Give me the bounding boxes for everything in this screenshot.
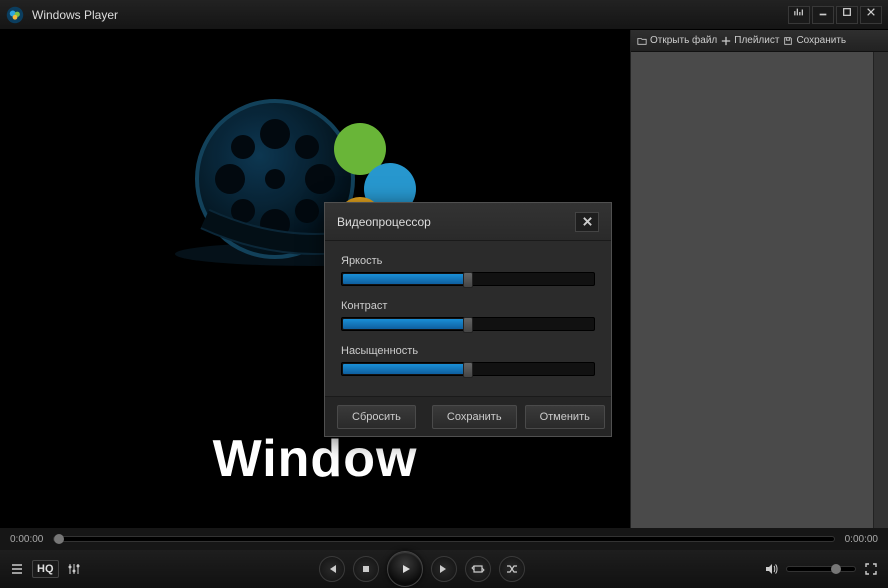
folder-open-icon (637, 36, 647, 46)
cancel-button[interactable]: Отменить (525, 405, 605, 429)
playlist-add-label: Плейлист (734, 35, 779, 46)
fullscreen-button[interactable] (864, 562, 878, 576)
playlist-add-button[interactable]: Плейлист (721, 35, 779, 46)
seek-track[interactable] (53, 536, 834, 542)
saturation-fill (343, 364, 469, 374)
shuffle-icon (505, 562, 519, 576)
saturation-label: Насыщенность (341, 345, 595, 357)
reset-button[interactable]: Сбросить (337, 405, 416, 429)
seek-bar: 0:00:00 0:00:00 (0, 528, 888, 550)
time-total: 0:00:00 (845, 534, 878, 545)
shuffle-button[interactable] (499, 556, 525, 582)
playlist-save-button[interactable]: Сохранить (783, 35, 846, 46)
time-current: 0:00:00 (10, 534, 43, 545)
brightness-handle[interactable] (463, 272, 473, 288)
app-title: Windows Player (32, 8, 786, 22)
app-icon (6, 6, 24, 24)
close-button[interactable] (860, 6, 882, 24)
skip-forward-icon (437, 562, 451, 576)
prev-button[interactable] (319, 556, 345, 582)
play-icon (398, 562, 412, 576)
playlist-toggle-button[interactable] (10, 562, 24, 576)
video-area[interactable]: Window Видеопроцессор Яркость К (0, 30, 630, 528)
mute-button[interactable] (764, 562, 778, 576)
contrast-fill (343, 319, 469, 329)
dialog-title: Видеопроцессор (337, 215, 431, 229)
repeat-icon (471, 562, 485, 576)
saturation-slider[interactable] (341, 362, 595, 376)
settings-button[interactable] (67, 562, 81, 576)
next-button[interactable] (431, 556, 457, 582)
save-icon (783, 36, 793, 46)
play-button[interactable] (387, 551, 423, 587)
control-bar: HQ (0, 550, 888, 588)
playlist-body[interactable] (631, 52, 888, 528)
skip-back-icon (325, 562, 339, 576)
seek-knob[interactable] (54, 534, 64, 544)
brightness-label: Яркость (341, 255, 595, 267)
stop-button[interactable] (353, 556, 379, 582)
minimize-button[interactable] (812, 6, 834, 24)
title-bar: Windows Player (0, 0, 888, 30)
repeat-button[interactable] (465, 556, 491, 582)
plus-icon (721, 36, 731, 46)
equalizer-button[interactable] (788, 6, 810, 24)
contrast-label: Контраст (341, 300, 595, 312)
list-icon (10, 562, 24, 576)
maximize-button[interactable] (836, 6, 858, 24)
contrast-handle[interactable] (463, 317, 473, 333)
fullscreen-icon (864, 562, 878, 576)
video-processor-dialog: Видеопроцессор Яркость Контраст (324, 202, 612, 437)
dialog-close-button[interactable] (575, 212, 599, 232)
volume-icon (764, 562, 778, 576)
volume-track[interactable] (786, 566, 856, 572)
watermark-text: Window (213, 429, 418, 489)
hq-badge[interactable]: HQ (32, 560, 59, 578)
brightness-slider[interactable] (341, 272, 595, 286)
sliders-icon (67, 562, 81, 576)
playlist-save-label: Сохранить (796, 35, 846, 46)
open-file-label: Открыть файл (650, 35, 717, 46)
saturation-handle[interactable] (463, 362, 473, 378)
stop-icon (359, 562, 373, 576)
playlist-panel: Открыть файл Плейлист Сохранить (630, 30, 888, 528)
save-button[interactable]: Сохранить (432, 405, 517, 429)
playlist-scrollbar-thumb[interactable] (876, 54, 886, 88)
contrast-slider[interactable] (341, 317, 595, 331)
open-file-button[interactable]: Открыть файл (637, 35, 717, 46)
playlist-toolbar: Открыть файл Плейлист Сохранить (631, 30, 888, 52)
volume-knob[interactable] (831, 564, 841, 574)
brightness-fill (343, 274, 469, 284)
